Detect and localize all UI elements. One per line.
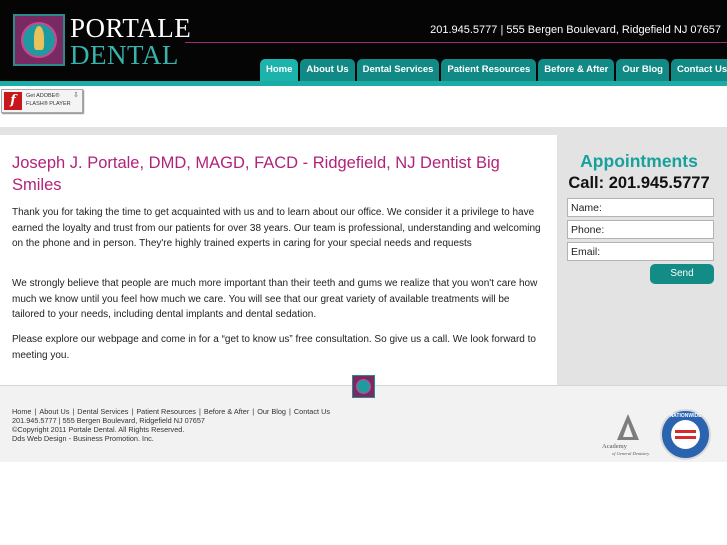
footer-separator: |	[288, 407, 291, 416]
footer-logo-inner	[356, 379, 371, 394]
main-nav: Home About Us Dental Services Patient Re…	[260, 59, 727, 81]
footer-separator: |	[72, 407, 75, 416]
adobe-flash-icon: f	[4, 92, 22, 110]
footer-logo-icon[interactable]	[352, 375, 375, 398]
agd-logo[interactable]: Academy of General Dentistry	[600, 414, 658, 458]
name-input[interactable]	[567, 198, 714, 217]
footer-link-our-blog[interactable]: Our Blog	[257, 407, 286, 416]
intro-paragraph-3: Please explore our webpage and come in f…	[12, 334, 536, 361]
footer-link-home[interactable]: Home	[12, 407, 31, 416]
flag-stripe	[675, 436, 696, 439]
agd-triangle-inner	[623, 423, 633, 437]
footer-link-dental-services[interactable]: Dental Services	[77, 407, 128, 416]
nav-tab-home[interactable]: Home	[260, 59, 299, 81]
email-input[interactable]	[567, 242, 714, 261]
nav-tab-dental-services[interactable]: Dental Services	[356, 59, 440, 81]
nav-tab-our-blog[interactable]: Our Blog	[616, 59, 669, 81]
footer-separator: |	[252, 407, 255, 416]
flash-badge-line1: Get ADOBE®	[26, 93, 60, 99]
agd-logo-subtext: of General Dentistry	[612, 451, 650, 456]
footer-copyright: ©Copyright 2011 Portale Dental. All Righ…	[12, 425, 185, 434]
nationwide-seal-text: NATIONWIDE	[669, 413, 702, 419]
footer-link-patient-resources[interactable]: Patient Resources	[136, 407, 196, 416]
flash-badge-line2: FLASH® PLAYER	[26, 101, 71, 107]
send-button[interactable]: Send	[650, 264, 714, 284]
banner-area	[0, 86, 727, 127]
phone-input[interactable]	[567, 220, 714, 239]
nav-tab-about-us[interactable]: About Us	[300, 59, 355, 81]
logo-text-dental: DENTAL	[70, 40, 179, 70]
footer-link-before-after[interactable]: Before & After	[204, 407, 249, 416]
flag-stripe	[675, 430, 696, 433]
header-contact-info: 201.945.5777 | 555 Bergen Boulevard, Rid…	[430, 24, 721, 36]
nav-tab-patient-resources[interactable]: Patient Resources	[441, 59, 537, 81]
nav-tab-contact-us[interactable]: Contact Us	[670, 59, 727, 81]
footer-link-about-us[interactable]: About Us	[39, 407, 69, 416]
footer-separator: |	[131, 407, 134, 416]
appointments-phone: Call: 201.945.5777	[568, 174, 710, 192]
agd-logo-text: Academy	[602, 443, 627, 450]
nationwide-seal-inner	[671, 420, 700, 449]
intro-paragraph-1: Thank you for taking the time to get acq…	[12, 207, 541, 249]
logo-crest-icon	[13, 14, 65, 66]
download-arrow-icon: ⇩	[73, 92, 79, 99]
nationwide-seal-logo[interactable]: NATIONWIDE	[660, 409, 711, 460]
footer-separator: |	[198, 407, 201, 416]
footer-separator: |	[34, 407, 37, 416]
site-logo[interactable]: PORTALE DENTAL	[13, 14, 191, 70]
footer-design-credit[interactable]: Dds Web Design - Business Promotion. Inc…	[12, 434, 154, 443]
footer-contact-info: 201.945.5777 | 555 Bergen Boulevard, Rid…	[12, 416, 205, 425]
header-divider	[185, 42, 727, 43]
logo-tooth-icon	[34, 26, 44, 50]
page-title: Joseph J. Portale, DMD, MAGD, FACD - Rid…	[12, 154, 500, 194]
nav-tab-before-after[interactable]: Before & After	[538, 59, 615, 81]
footer-link-contact-us[interactable]: Contact Us	[294, 407, 330, 416]
get-flash-player-badge[interactable]: f Get ADOBE® FLASH® PLAYER ⇩	[1, 89, 83, 113]
footer-links: Home | About Us | Dental Services | Patient…	[12, 407, 330, 416]
appointments-heading: Appointments	[580, 151, 698, 171]
page: PORTALE DENTAL 201.945.5777 | 555 Bergen…	[0, 0, 727, 545]
logo-text-portale: PORTALE	[70, 13, 192, 43]
intro-paragraph-2: We strongly believe that people are much…	[12, 278, 538, 320]
